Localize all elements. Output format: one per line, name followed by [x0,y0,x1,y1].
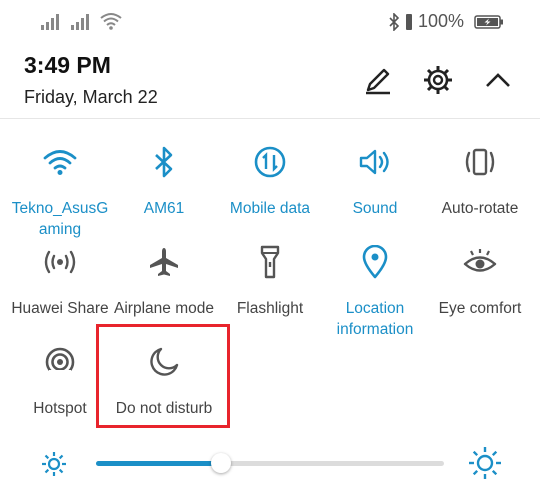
tile-label: Flashlight [236,300,304,317]
edit-button[interactable] [360,62,396,98]
pencil-icon [366,68,390,95]
tile-label: Mobile data [229,200,311,217]
tile-label: AM61 [143,200,185,217]
tile-huawei-share[interactable]: Huawei Share [6,244,114,319]
collapse-button[interactable] [480,62,516,98]
battery-percent: 100% [417,11,464,31]
wifi-status-icon [100,13,122,30]
tile-label: Eye comfort [438,300,522,317]
tile-wifi[interactable]: Tekno_AsusGaming [6,144,114,240]
highlight-annotation [96,324,230,428]
auto-rotate-icon [465,148,495,176]
brightness-control [0,440,540,488]
bluetooth-icon [155,146,173,178]
tile-label: Huawei Share [11,300,109,317]
airplane-icon [150,248,178,276]
tile-eye-comfort[interactable]: Eye comfort [426,244,534,319]
signal-icon [41,14,59,30]
tile-location[interactable]: Location information [321,244,429,340]
brightness-slider-thumb[interactable] [211,453,232,473]
brightness-slider-fill [96,461,222,466]
tile-sound[interactable]: Sound [321,144,429,219]
tile-auto-rotate[interactable]: Auto-rotate [426,144,534,219]
tile-label: Tekno_AsusGaming [11,200,109,238]
chevron-up-icon [486,73,510,87]
header-divider [0,118,540,119]
eye-icon [463,249,497,272]
tile-label: Auto-rotate [441,200,519,217]
tile-label: Airplane mode [114,300,214,317]
brightness-slider[interactable] [96,453,444,473]
vibrate-icon [405,13,412,30]
tile-label: Location information [336,300,414,338]
tile-mobile-data[interactable]: Mobile data [216,144,324,219]
signal-icon [71,14,89,30]
status-bar: 100% [0,0,540,44]
brightness-low-icon [42,452,66,476]
tile-airplane-mode[interactable]: Airplane mode [110,244,218,319]
clock-date: Friday, March 22 [24,87,158,107]
bluetooth-status-icon [389,12,400,31]
tile-bluetooth[interactable]: AM61 [110,144,218,219]
tile-flashlight[interactable]: Flashlight [216,244,324,319]
location-icon [362,245,388,279]
mobile-data-icon [254,146,286,178]
huawei-share-icon [44,250,76,274]
flashlight-icon [260,245,280,279]
tile-label: Sound [352,200,398,217]
hotspot-icon [45,347,75,378]
settings-button[interactable] [420,62,456,98]
brightness-high-icon [469,447,501,479]
quick-settings-panel: 100% 3:49 PM Friday, March 22 Tekno_Asus… [0,0,540,492]
sound-icon [359,149,389,175]
clock-time: 3:49 PM [24,52,111,78]
wifi-icon [43,150,77,175]
gear-icon [424,66,452,94]
battery-charging-icon [474,14,503,29]
